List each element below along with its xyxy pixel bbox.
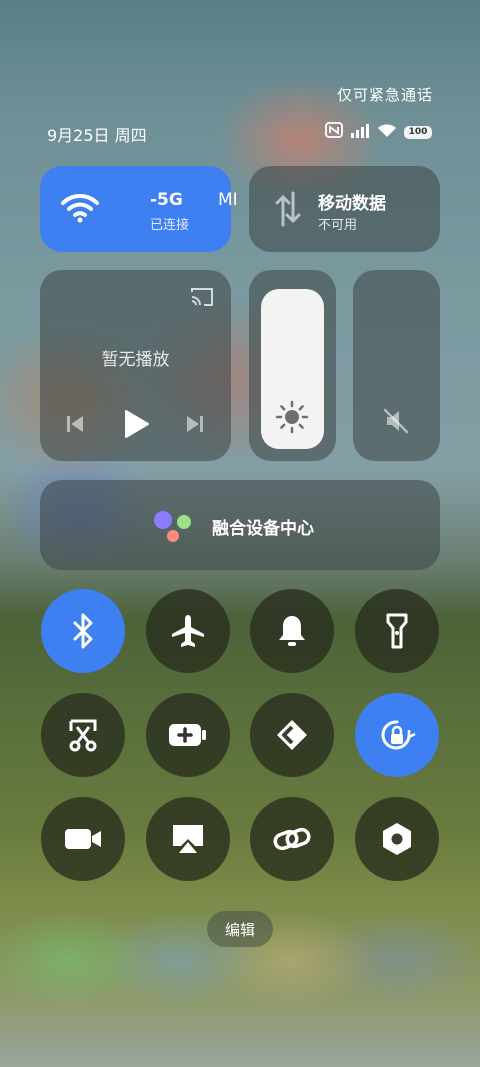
mobile-data-title: 移动数据 <box>318 194 386 214</box>
wifi-ssid: -5G <box>150 190 183 210</box>
kdeconnect-toggle[interactable] <box>250 693 334 777</box>
wifi-ssid-extra: MIC <box>218 190 238 210</box>
link-icon <box>273 827 311 851</box>
play-icon[interactable] <box>122 408 150 444</box>
rotation-lock-toggle[interactable] <box>355 693 439 777</box>
device-center-label: 融合设备中心 <box>212 519 314 539</box>
flashlight-toggle[interactable] <box>355 589 439 673</box>
link-share-toggle[interactable] <box>250 797 334 881</box>
status-icons: 100 <box>325 122 432 142</box>
device-center-tile[interactable]: 融合设备中心 <box>40 480 440 570</box>
screen-recorder-toggle[interactable] <box>41 797 125 881</box>
rotation-lock-icon <box>381 720 416 750</box>
volume-slider[interactable] <box>353 270 440 461</box>
date-label: 9月25日 周四 <box>47 126 147 145</box>
next-track-icon[interactable] <box>184 413 206 439</box>
signal-icon <box>350 123 370 142</box>
wifi-status-icon <box>377 123 397 142</box>
cast-icon[interactable] <box>189 286 215 312</box>
hexagon-settings-icon <box>383 823 411 855</box>
edit-button[interactable]: 编辑 <box>207 911 273 947</box>
emergency-call-text: 仅可紧急通话 <box>336 86 433 104</box>
bell-icon <box>279 616 305 646</box>
screenshot-toggle[interactable] <box>41 693 125 777</box>
brightness-icon <box>275 400 309 438</box>
wifi-icon <box>60 193 100 227</box>
battery-saver-icon <box>169 724 206 746</box>
airplay-icon <box>173 825 203 853</box>
data-transfer-icon <box>274 191 302 231</box>
brightness-slider[interactable] <box>249 270 336 461</box>
screenshot-scissors-icon <box>69 719 97 752</box>
wifi-tile[interactable]: -5G MIC 已连接 <box>40 166 238 252</box>
nfc-icon <box>325 122 343 142</box>
mute-icon <box>381 406 411 440</box>
bluetooth-icon <box>73 613 93 649</box>
video-camera-icon <box>65 829 101 849</box>
battery-icon: 100 <box>404 125 432 139</box>
mobile-data-tile[interactable]: 移动数据 不可用 <box>249 166 440 252</box>
settings-toggle[interactable] <box>355 797 439 881</box>
airplane-icon <box>172 615 204 647</box>
wifi-status: 已连接 <box>150 218 190 233</box>
media-status: 暂无播放 <box>101 350 170 370</box>
bluetooth-toggle[interactable] <box>41 589 125 673</box>
device-center-icon <box>150 508 194 548</box>
flashlight-icon <box>386 613 408 649</box>
mobile-data-status: 不可用 <box>318 218 358 233</box>
battery-saver-toggle[interactable] <box>146 693 230 777</box>
media-player-tile[interactable]: 暂无播放 <box>40 270 231 461</box>
kdeconnect-icon <box>277 720 307 750</box>
airplane-toggle[interactable] <box>146 589 230 673</box>
screen-cast-toggle[interactable] <box>146 797 230 881</box>
ringer-toggle[interactable] <box>250 589 334 673</box>
previous-track-icon[interactable] <box>64 413 86 439</box>
